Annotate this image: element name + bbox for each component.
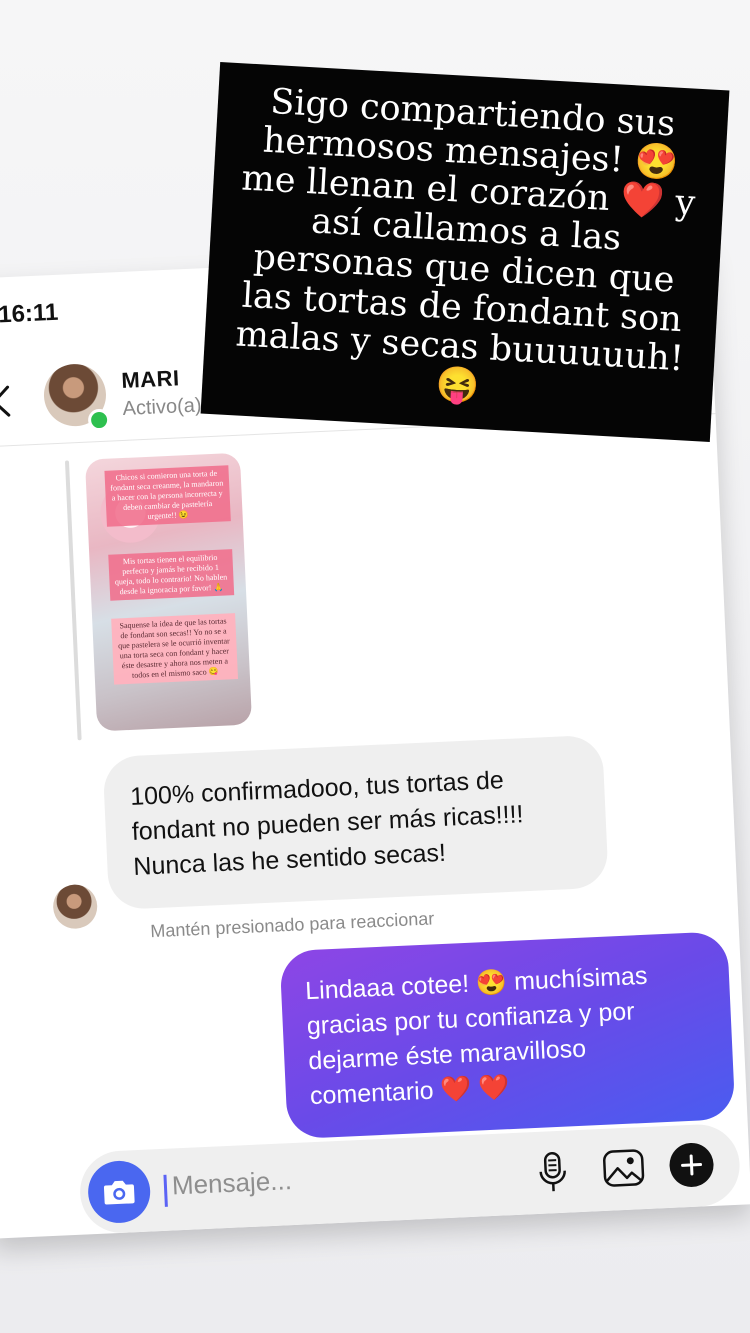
- story-caption-overlay: Sigo compartiendo sus hermosos mensajes!…: [200, 62, 730, 442]
- plus-button[interactable]: [668, 1141, 715, 1188]
- chevron-left-icon[interactable]: [0, 381, 23, 423]
- shared-story-thumbnail[interactable]: Chicos si comieron una torta de fondant …: [84, 452, 253, 732]
- outgoing-message[interactable]: Lindaaa cotee! 😍 muchísimas gracias por …: [279, 931, 736, 1140]
- reply-indicator: [64, 460, 82, 741]
- image-icon[interactable]: [601, 1147, 647, 1189]
- incoming-message[interactable]: 100% confirmadooo, tus tortas de fondant…: [102, 734, 609, 911]
- story-text-card: Chicos si comieron una torta de fondant …: [104, 465, 231, 527]
- plus-icon: [681, 1154, 703, 1176]
- sender-avatar: [52, 883, 99, 930]
- hearts-emoji: ❤️ ❤️: [439, 1073, 511, 1105]
- microphone-icon[interactable]: [537, 1151, 569, 1194]
- story-text-card: Mis tortas tienen el equilibrio perfecto…: [107, 549, 234, 601]
- story-text-card: Saquense la idea de que las tortas de fo…: [110, 613, 238, 685]
- contact-name[interactable]: MARI: [121, 365, 180, 394]
- message-input[interactable]: Mensaje...: [171, 1165, 292, 1201]
- text-cursor: [163, 1174, 168, 1207]
- online-status-dot: [87, 408, 111, 432]
- reaction-hint: Mantén presionado para reaccionar: [149, 908, 435, 942]
- camera-icon: [103, 1180, 135, 1205]
- camera-button[interactable]: [86, 1159, 152, 1225]
- contact-status: Activo(a): [122, 394, 202, 420]
- caption-text: Sigo compartiendo sus hermosos mensajes!…: [234, 81, 697, 407]
- status-time: 16:11: [0, 298, 59, 329]
